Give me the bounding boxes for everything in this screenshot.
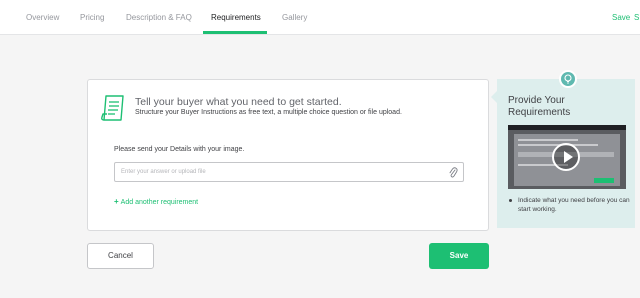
lightbulb-icon bbox=[559, 70, 577, 88]
top-navigation: Overview Pricing Description & FAQ Requi… bbox=[0, 0, 640, 35]
bullet-dot bbox=[509, 199, 512, 202]
thumbnail-button bbox=[594, 178, 614, 183]
tab-description-faq[interactable]: Description & FAQ bbox=[126, 13, 192, 22]
tip-text: Indicate what you need before you can st… bbox=[518, 197, 630, 213]
tab-requirements[interactable]: Requirements bbox=[211, 13, 261, 22]
card-subtitle: Structure your Buyer Instructions as fre… bbox=[135, 109, 402, 116]
nav-partial-link[interactable]: S bbox=[634, 13, 639, 22]
answer-input[interactable]: Enter your answer or upload file bbox=[114, 162, 464, 182]
tip-title: Provide Your Requirements bbox=[508, 95, 571, 118]
requirements-card: Tell your buyer what you need to get sta… bbox=[87, 79, 489, 231]
answer-placeholder: Enter your answer or upload file bbox=[121, 169, 206, 175]
video-browser-bar bbox=[508, 125, 626, 130]
tab-pricing[interactable]: Pricing bbox=[80, 13, 104, 22]
card-title: Tell your buyer what you need to get sta… bbox=[135, 96, 342, 108]
tutorial-video[interactable] bbox=[508, 125, 626, 189]
save-button[interactable]: Save bbox=[429, 243, 489, 269]
active-tab-indicator bbox=[203, 31, 267, 34]
play-triangle bbox=[564, 151, 573, 163]
plus-icon: + bbox=[114, 197, 119, 206]
question-label: Please send your Details with your image… bbox=[114, 146, 245, 153]
panel-pointer bbox=[491, 91, 497, 103]
cancel-button[interactable]: Cancel bbox=[87, 243, 154, 269]
tab-gallery[interactable]: Gallery bbox=[282, 13, 307, 22]
requirements-tip-panel: Provide Your Requirements Indicate what … bbox=[491, 79, 635, 228]
tip-list-item: Indicate what you need before you can st… bbox=[508, 196, 630, 214]
nav-save-link[interactable]: Save bbox=[612, 13, 630, 22]
thumbnail-line bbox=[518, 139, 578, 141]
add-requirement-label: Add another requirement bbox=[120, 199, 199, 206]
add-requirement-link[interactable]: + Add another requirement bbox=[114, 197, 198, 206]
document-list-icon bbox=[101, 95, 124, 121]
tab-overview[interactable]: Overview bbox=[26, 13, 59, 22]
paperclip-icon[interactable] bbox=[448, 166, 458, 179]
play-icon[interactable] bbox=[552, 143, 580, 171]
